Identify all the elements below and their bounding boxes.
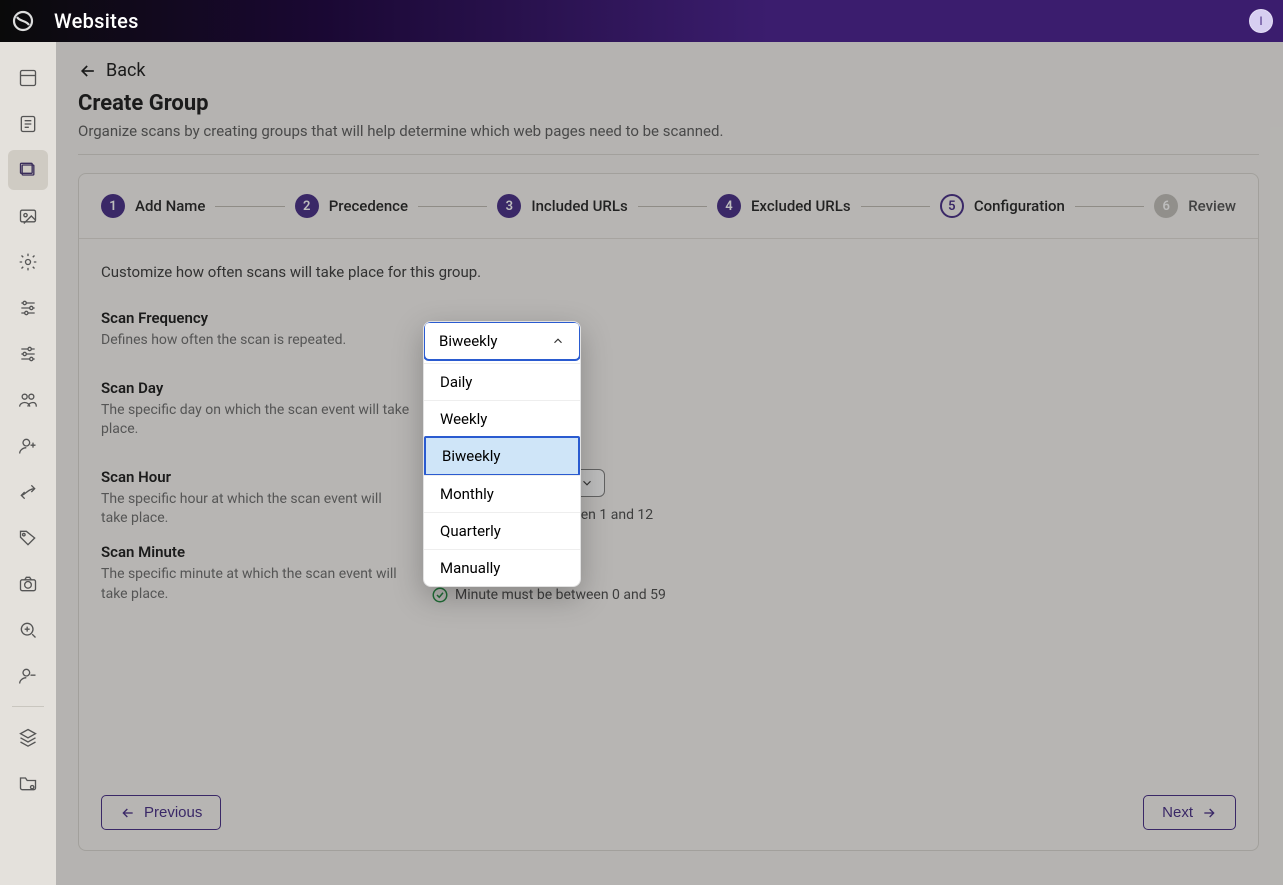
- step-label: Excluded URLs: [751, 197, 851, 215]
- page-title: Create Group: [78, 91, 1259, 116]
- next-button[interactable]: Next: [1143, 795, 1236, 830]
- field-scan-frequency: Scan Frequency Defines how often the sca…: [101, 309, 1236, 351]
- scan-hour-desc: The specific hour at which the scan even…: [101, 490, 411, 529]
- avatar[interactable]: I: [1249, 9, 1273, 33]
- sidebar-item-sliders-2[interactable]: [8, 334, 48, 374]
- dropdown-option-manually[interactable]: Manually: [424, 549, 580, 586]
- sidebar-item-layers[interactable]: [8, 717, 48, 757]
- chevron-up-icon: [551, 334, 565, 348]
- back-link[interactable]: Back: [78, 60, 1259, 81]
- page-subtitle: Organize scans by creating groups that w…: [78, 122, 1259, 140]
- dropdown-option-monthly[interactable]: Monthly: [424, 475, 580, 512]
- sidebar-item-websites[interactable]: [8, 150, 48, 190]
- config-intro: Customize how often scans will take plac…: [101, 263, 1236, 281]
- scan-frequency-label: Scan Frequency: [101, 309, 411, 327]
- scan-frequency-desc: Defines how often the scan is repeated.: [101, 331, 411, 351]
- step-excluded-urls[interactable]: 4 Excluded URLs: [717, 194, 851, 218]
- field-scan-minute: Scan Minute The specific minute at which…: [101, 543, 1236, 604]
- sidebar-item-tag[interactable]: [8, 518, 48, 558]
- step-precedence[interactable]: 2 Precedence: [295, 194, 408, 218]
- step-number: 3: [497, 194, 521, 218]
- sidebar-item-folder-settings[interactable]: [8, 763, 48, 803]
- panel-body: Customize how often scans will take plac…: [79, 239, 1258, 722]
- app-title: Websites: [54, 9, 139, 33]
- check-circle-icon: [431, 586, 449, 604]
- field-scan-hour: Scan Hour The specific hour at which the…: [101, 468, 1236, 529]
- sidebar-item-users[interactable]: [8, 380, 48, 420]
- arrow-left-icon: [120, 805, 136, 821]
- step-connector: [861, 206, 930, 207]
- step-connector: [1075, 206, 1144, 207]
- step-configuration[interactable]: 5 Configuration: [940, 194, 1065, 218]
- sidebar-separator: [12, 706, 44, 707]
- app-logo-icon: [10, 8, 36, 34]
- back-label: Back: [106, 60, 146, 81]
- sidebar-item-zoom[interactable]: [8, 610, 48, 650]
- stepper: 1 Add Name 2 Precedence 3 Included URLs …: [79, 174, 1258, 239]
- sidebar-item-dashboard[interactable]: [8, 58, 48, 98]
- chevron-down-icon: [580, 476, 594, 490]
- dropdown-header[interactable]: Biweekly: [423, 321, 581, 361]
- dropdown-option-daily[interactable]: Daily: [424, 363, 580, 400]
- scan-day-label: Scan Day: [101, 379, 411, 397]
- step-label: Add Name: [135, 197, 205, 215]
- field-scan-day: Scan Day The specific day on which the s…: [101, 379, 1236, 440]
- step-label: Review: [1188, 197, 1236, 215]
- step-number: 4: [717, 194, 741, 218]
- dropdown-selected: Biweekly: [439, 332, 498, 350]
- scan-day-desc: The specific day on which the scan event…: [101, 401, 411, 440]
- sidebar-item-media[interactable]: [8, 196, 48, 236]
- sidebar: [0, 42, 56, 885]
- previous-button[interactable]: Previous: [101, 795, 221, 830]
- scan-minute-hint: Minute must be between 0 and 59: [431, 586, 666, 604]
- step-label: Configuration: [974, 197, 1065, 215]
- step-number: 1: [101, 194, 125, 218]
- arrow-left-icon: [78, 61, 98, 81]
- step-connector: [418, 206, 487, 207]
- sidebar-item-reports[interactable]: [8, 104, 48, 144]
- divider: [78, 154, 1259, 155]
- arrow-right-icon: [1201, 805, 1217, 821]
- step-add-name[interactable]: 1 Add Name: [101, 194, 205, 218]
- step-number: 6: [1154, 194, 1178, 218]
- step-number: 5: [940, 194, 964, 218]
- sidebar-item-sliders-1[interactable]: [8, 288, 48, 328]
- sidebar-item-camera[interactable]: [8, 564, 48, 604]
- next-label: Next: [1162, 804, 1193, 821]
- topbar: Websites I: [0, 0, 1283, 42]
- scan-minute-label: Scan Minute: [101, 543, 411, 561]
- dropdown-option-biweekly[interactable]: Biweekly: [424, 436, 580, 476]
- previous-label: Previous: [144, 804, 202, 821]
- sidebar-item-settings[interactable]: [8, 242, 48, 282]
- dropdown-option-weekly[interactable]: Weekly: [424, 400, 580, 437]
- sidebar-item-user-remove[interactable]: [8, 656, 48, 696]
- main-area: Back Create Group Organize scans by crea…: [56, 42, 1283, 885]
- wizard-footer: Previous Next: [101, 795, 1236, 830]
- step-label: Precedence: [329, 197, 408, 215]
- sidebar-item-user-add[interactable]: [8, 426, 48, 466]
- step-connector: [215, 206, 284, 207]
- scan-frequency-dropdown: Biweekly Daily Weekly Biweekly Monthly Q…: [423, 321, 581, 587]
- step-included-urls[interactable]: 3 Included URLs: [497, 194, 627, 218]
- step-number: 2: [295, 194, 319, 218]
- scan-hour-label: Scan Hour: [101, 468, 411, 486]
- step-review: 6 Review: [1154, 194, 1236, 218]
- step-label: Included URLs: [531, 197, 627, 215]
- step-connector: [638, 206, 707, 207]
- dropdown-option-quarterly[interactable]: Quarterly: [424, 512, 580, 549]
- wizard-panel: 1 Add Name 2 Precedence 3 Included URLs …: [78, 173, 1259, 851]
- scan-minute-desc: The specific minute at which the scan ev…: [101, 565, 411, 604]
- sidebar-item-integrations[interactable]: [8, 472, 48, 512]
- scan-minute-hint-text: Minute must be between 0 and 59: [455, 587, 666, 603]
